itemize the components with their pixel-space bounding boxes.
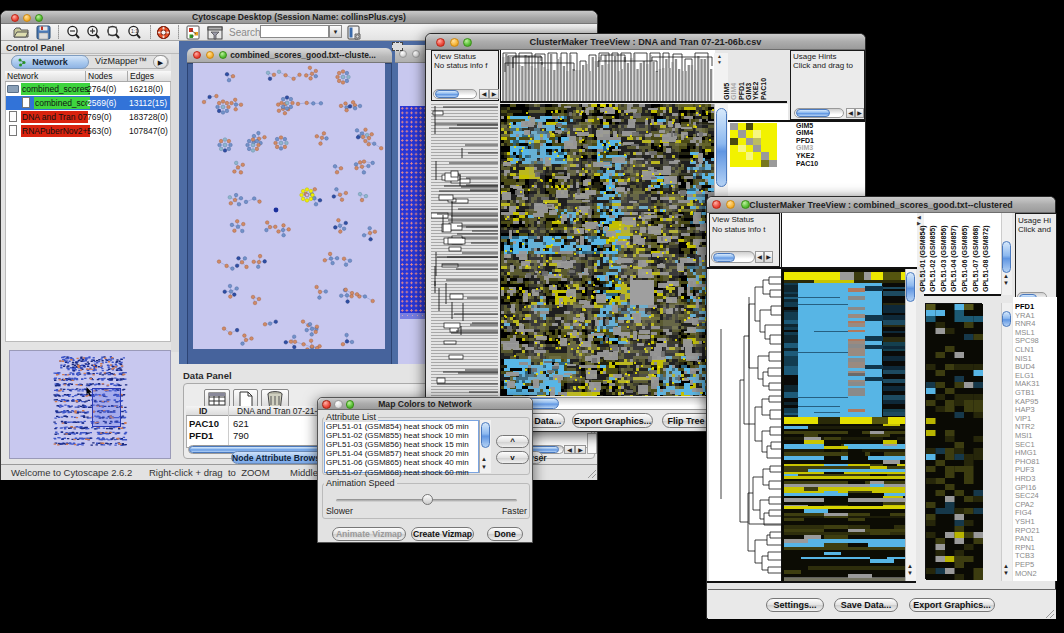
svg-text:1:1: 1:1 [131,28,138,34]
